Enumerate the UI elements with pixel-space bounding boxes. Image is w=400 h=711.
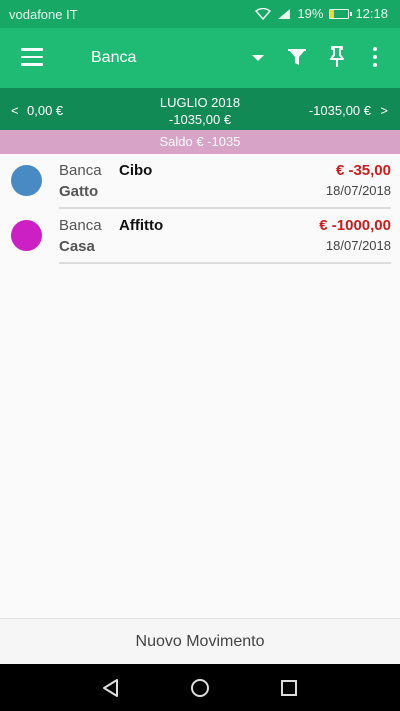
- signal-icon: [278, 8, 291, 19]
- transaction-description: Cibo: [119, 162, 153, 179]
- transaction-category: Gatto: [59, 183, 99, 200]
- wifi-icon: [255, 7, 272, 20]
- transaction-row[interactable]: Banca Affitto Casa € -1000,00 18/07/2018: [0, 209, 400, 264]
- transaction-date: 18/07/2018: [325, 238, 391, 253]
- menu-icon[interactable]: [21, 48, 43, 66]
- app-bar: Banca: [0, 28, 400, 88]
- new-transaction-button[interactable]: Nuovo Movimento: [0, 618, 400, 664]
- transaction-category: Casa: [59, 238, 95, 255]
- row-divider: [59, 262, 391, 264]
- month-navigator: < 0,00 € LUGLIO 2018 -1035,00 € -1035,00…: [0, 88, 400, 130]
- recents-icon[interactable]: [279, 678, 299, 698]
- battery-percent: 19%: [297, 6, 324, 21]
- filter-icon[interactable]: [287, 47, 307, 67]
- dropdown-arrow-icon[interactable]: [252, 55, 264, 61]
- transaction-list: Banca Cibo Gatto € -35,00 18/07/2018 Ban…: [0, 154, 400, 264]
- category-color-dot: [11, 165, 42, 196]
- transaction-account: Banca: [59, 217, 102, 234]
- next-month-amount: -1035,00 €: [308, 103, 371, 118]
- transaction-amount: € -1000,00: [319, 217, 391, 234]
- balance-banner: Saldo € -1035: [0, 130, 400, 154]
- system-nav-bar: [0, 664, 400, 711]
- transaction-amount: € -35,00: [335, 162, 391, 179]
- carrier-label: vodafone IT: [9, 7, 78, 22]
- battery-icon: [329, 8, 353, 19]
- transaction-account: Banca: [59, 162, 102, 179]
- next-month-button[interactable]: >: [380, 103, 388, 118]
- more-options-icon[interactable]: [372, 47, 378, 67]
- home-icon[interactable]: [190, 678, 210, 698]
- status-bar: vodafone IT 19% 12:18: [0, 0, 400, 28]
- clock: 12:18: [355, 6, 388, 21]
- pin-icon[interactable]: [328, 46, 346, 68]
- transaction-date: 18/07/2018: [325, 183, 391, 198]
- category-color-dot: [11, 220, 42, 251]
- account-title[interactable]: Banca: [91, 49, 136, 67]
- back-icon[interactable]: [101, 678, 121, 698]
- transaction-description: Affitto: [119, 217, 164, 234]
- transaction-row[interactable]: Banca Cibo Gatto € -35,00 18/07/2018: [0, 154, 400, 209]
